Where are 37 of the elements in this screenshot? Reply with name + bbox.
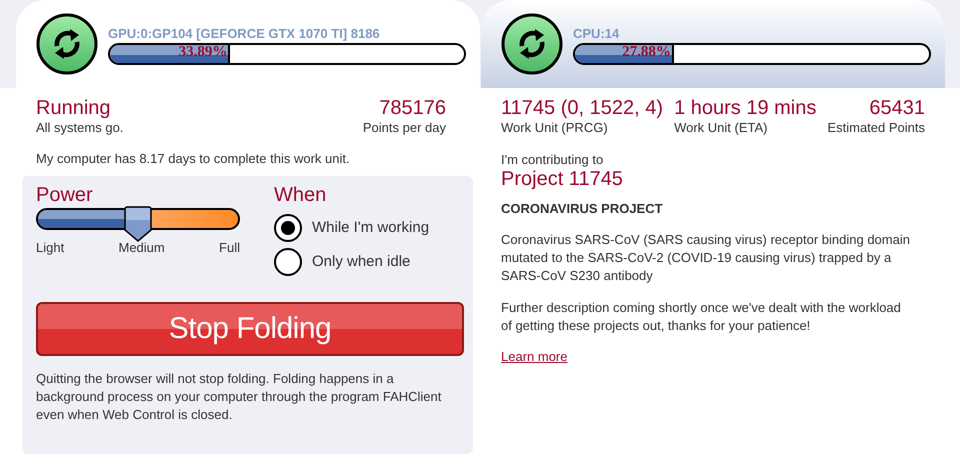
stat-value: 11745 (0, 1522, 4) (501, 96, 663, 120)
sync-icon[interactable] (36, 13, 98, 75)
radio-button[interactable] (274, 248, 302, 276)
progress-percent: 33.89% (178, 42, 228, 60)
slider-label: Light (36, 240, 64, 255)
radio-label: While I'm working (312, 219, 430, 237)
slider-label: Full (219, 240, 240, 255)
slot-tab[interactable]: GPU:0:GP104 [GEFORCE GTX 1070 TI] 8186 33.89% (16, 0, 480, 88)
slot-tab[interactable]: CPU:14 27.88% (481, 0, 945, 88)
stat-label: Work Unit (ETA) (674, 120, 768, 135)
sync-icon[interactable] (501, 13, 563, 75)
contributing-text: I'm contributing to (501, 152, 604, 167)
stat-label: Work Unit (PRCG) (501, 120, 608, 135)
progress-percent: 27.88% (622, 42, 671, 60)
status-state: Running (36, 96, 112, 120)
stop-folding-button[interactable]: Stop Folding (36, 302, 464, 356)
footnote-text: Quitting the browser will not stop folding. Folding happens in a background process on your computer through the program FAHClient even when Web Control is closed. (36, 370, 442, 424)
stat-value: 1 hours 19 mins (674, 96, 816, 120)
project-description: Further description coming shortly once we've dealt with the workload of getting these projects out, thanks for your patience! (501, 299, 902, 335)
project-name: Project 11745 (501, 167, 624, 191)
stat-label: Estimated Points (827, 120, 925, 135)
notice-text: My computer has 8.17 days to complete this work unit. (36, 151, 351, 166)
project-description: Coronavirus SARS-CoV (SARS causing virus) receptor binding domain mutated to the SARS-CoV-2 (COVID-19 causing virus) trapped by a SARS-CoV S230 antibody (501, 231, 911, 285)
when-title: When (274, 183, 328, 208)
points-value: 785176 (379, 96, 446, 120)
slider-label: Medium (118, 240, 165, 255)
radio-label: Only when idle (312, 253, 410, 271)
slot-name: GPU:0:GP104 [GEFORCE GTX 1070 TI] 8186 (108, 26, 381, 40)
radio-button[interactable] (274, 214, 302, 242)
slot-name: CPU:14 (573, 26, 620, 40)
slider-thumb[interactable] (124, 206, 152, 242)
project-title: CORONAVIRUS PROJECT (501, 201, 664, 217)
points-label: Points per day (362, 120, 446, 135)
learn-more-link[interactable]: Learn more (501, 349, 568, 365)
status-message: All systems go. (36, 120, 124, 135)
power-title: Power (36, 183, 94, 208)
stat-value: 65431 (869, 96, 925, 120)
